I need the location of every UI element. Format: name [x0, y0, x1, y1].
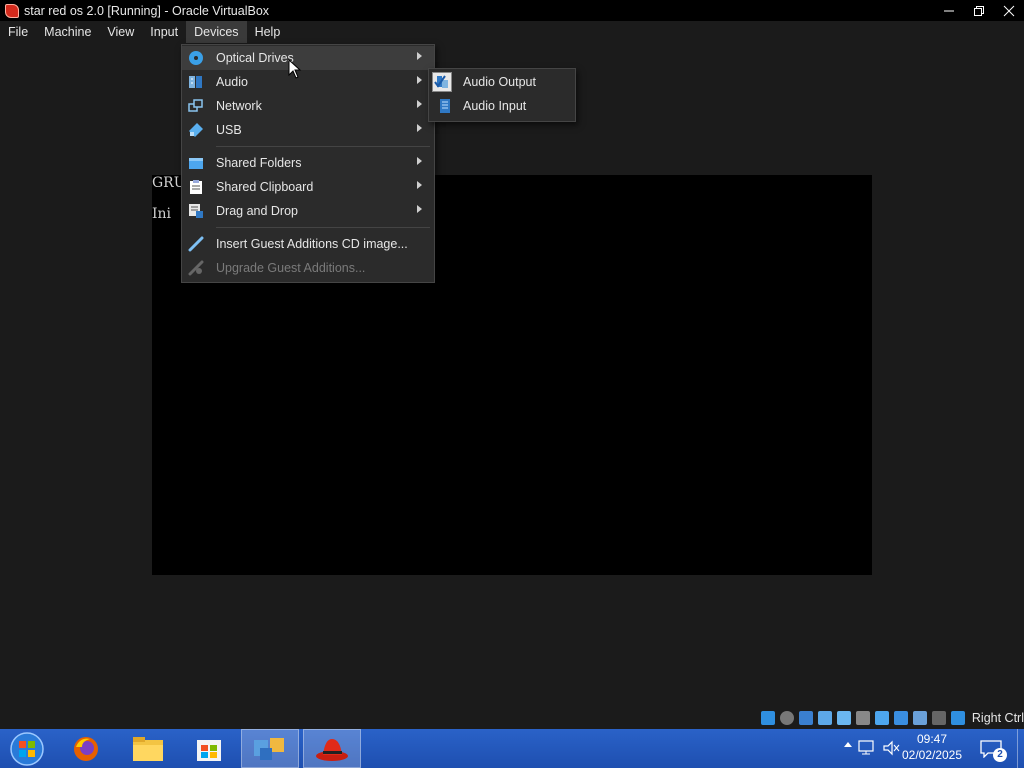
mouse-cursor-icon [288, 59, 302, 79]
keyboard-capture-icon[interactable] [950, 711, 965, 725]
menu-file[interactable]: File [0, 21, 36, 43]
devices-menu: Optical Drives Audio Network USB Shared … [181, 44, 435, 283]
host-key-label: Right Ctrl [971, 711, 1024, 725]
menu-devices[interactable]: Devices [186, 21, 247, 43]
optical-disc-icon [189, 51, 203, 65]
shared-folders-icon [189, 158, 203, 169]
menu-item-insert-guest-additions[interactable]: Insert Guest Additions CD image... [182, 232, 434, 256]
shared-folders-status-icon[interactable] [855, 711, 870, 725]
submenu-arrow-icon [417, 205, 422, 213]
clock-time: 09:47 [916, 732, 948, 746]
red-hat-vm-icon [316, 738, 348, 761]
minimize-button[interactable] [934, 0, 964, 21]
menu-item-audio-input[interactable]: Audio Input [429, 94, 575, 118]
audio-status-icon[interactable] [798, 711, 813, 725]
usb-icon [189, 123, 203, 137]
menu-item-label: Audio Input [463, 99, 527, 113]
system-tray: 09:47 02/02/2025 2 [824, 729, 1024, 768]
restore-icon [974, 5, 984, 16]
network-icon [188, 99, 203, 112]
submenu-arrow-icon [417, 100, 422, 108]
clock[interactable]: 09:47 02/02/2025 [897, 731, 967, 763]
hard-disk-icon[interactable] [760, 711, 775, 725]
menu-item-usb[interactable]: USB [182, 118, 434, 142]
menu-item-shared-folders[interactable]: Shared Folders [182, 151, 434, 175]
menu-view[interactable]: View [99, 21, 142, 43]
submenu-arrow-icon [417, 157, 422, 165]
show-hidden-icons-icon[interactable] [844, 742, 852, 747]
windows-start-icon [10, 731, 44, 766]
menu-item-label: Optical Drives [216, 51, 294, 65]
close-icon [1003, 5, 1015, 16]
title-bar: star red os 2.0 [Running] - Oracle Virtu… [0, 0, 1024, 21]
virtualbox-vm-icon[interactable] [5, 3, 19, 18]
menu-item-label: Shared Clipboard [216, 180, 314, 194]
recording-status-icon[interactable] [893, 711, 908, 725]
menu-item-audio-output[interactable]: Audio Output [429, 70, 575, 94]
mouse-integration-icon[interactable] [931, 711, 946, 725]
menu-item-audio[interactable]: Audio [182, 70, 434, 94]
submenu-arrow-icon [417, 52, 422, 60]
menu-item-label: Insert Guest Additions CD image... [216, 237, 408, 251]
optical-drive-status-icon[interactable] [779, 711, 794, 725]
taskbar-file-explorer[interactable] [120, 729, 176, 768]
upgrade-guest-additions-icon [188, 260, 204, 276]
menu-item-label: USB [216, 123, 242, 137]
menu-separator [216, 227, 430, 228]
taskbar-firefox[interactable] [58, 729, 114, 768]
menu-item-drag-and-drop[interactable]: Drag and Drop [182, 199, 434, 223]
submenu-arrow-icon [417, 76, 422, 84]
menu-help[interactable]: Help [247, 21, 289, 43]
menu-item-upgrade-guest-additions: Upgrade Guest Additions... [182, 256, 434, 280]
display-status-icon[interactable] [874, 711, 889, 725]
folder-icon [133, 736, 163, 761]
taskbar-virtualbox-manager[interactable] [241, 729, 299, 768]
menu-item-label: Audio Output [463, 75, 536, 89]
menu-separator [216, 146, 430, 147]
start-button[interactable] [4, 729, 50, 768]
taskbar-store[interactable] [181, 729, 237, 768]
clock-date: 02/02/2025 [901, 748, 963, 762]
taskbar: 09:47 02/02/2025 2 [0, 729, 1024, 768]
window-title: star red os 2.0 [Running] - Oracle Virtu… [24, 3, 270, 18]
menu-item-label: Drag and Drop [216, 204, 298, 218]
vm-text-line-2: Ini [152, 206, 172, 222]
checked-audio-output-icon [432, 72, 452, 92]
notification-count-badge: 2 [993, 748, 1007, 762]
menu-item-label: Shared Folders [216, 156, 302, 170]
audio-submenu: Audio Output Audio Input [428, 68, 576, 122]
taskbar-vm-window[interactable] [303, 729, 361, 768]
minimize-icon [944, 10, 954, 11]
usb-status-icon[interactable] [836, 711, 851, 725]
menu-item-label: Upgrade Guest Additions... [216, 261, 366, 275]
store-icon [197, 739, 221, 761]
vm-status-bar: Right Ctrl [760, 709, 1024, 727]
shared-clipboard-icon [190, 180, 202, 194]
menu-bar: File Machine View Input Devices Help [0, 21, 1024, 43]
audio-input-icon [440, 99, 450, 113]
menu-item-network[interactable]: Network [182, 94, 434, 118]
guest-additions-icon [188, 236, 204, 252]
menu-machine[interactable]: Machine [36, 21, 99, 43]
restore-button[interactable] [964, 0, 994, 21]
submenu-arrow-icon [417, 124, 422, 132]
audio-icon [189, 76, 202, 88]
menu-item-shared-clipboard[interactable]: Shared Clipboard [182, 175, 434, 199]
menu-item-label: Audio [216, 75, 248, 89]
firefox-icon [74, 736, 98, 761]
submenu-arrow-icon [417, 181, 422, 189]
menu-item-label: Network [216, 99, 262, 113]
close-button[interactable] [994, 0, 1024, 21]
drag-and-drop-icon [189, 204, 203, 218]
network-status-icon[interactable] [817, 711, 832, 725]
network-tray-icon[interactable] [858, 740, 876, 756]
show-desktop-button[interactable] [1017, 729, 1024, 768]
virtualization-status-icon[interactable] [912, 711, 927, 725]
menu-input[interactable]: Input [142, 21, 186, 43]
menu-item-optical-drives[interactable]: Optical Drives [182, 46, 434, 70]
virtualbox-icon [254, 737, 284, 760]
